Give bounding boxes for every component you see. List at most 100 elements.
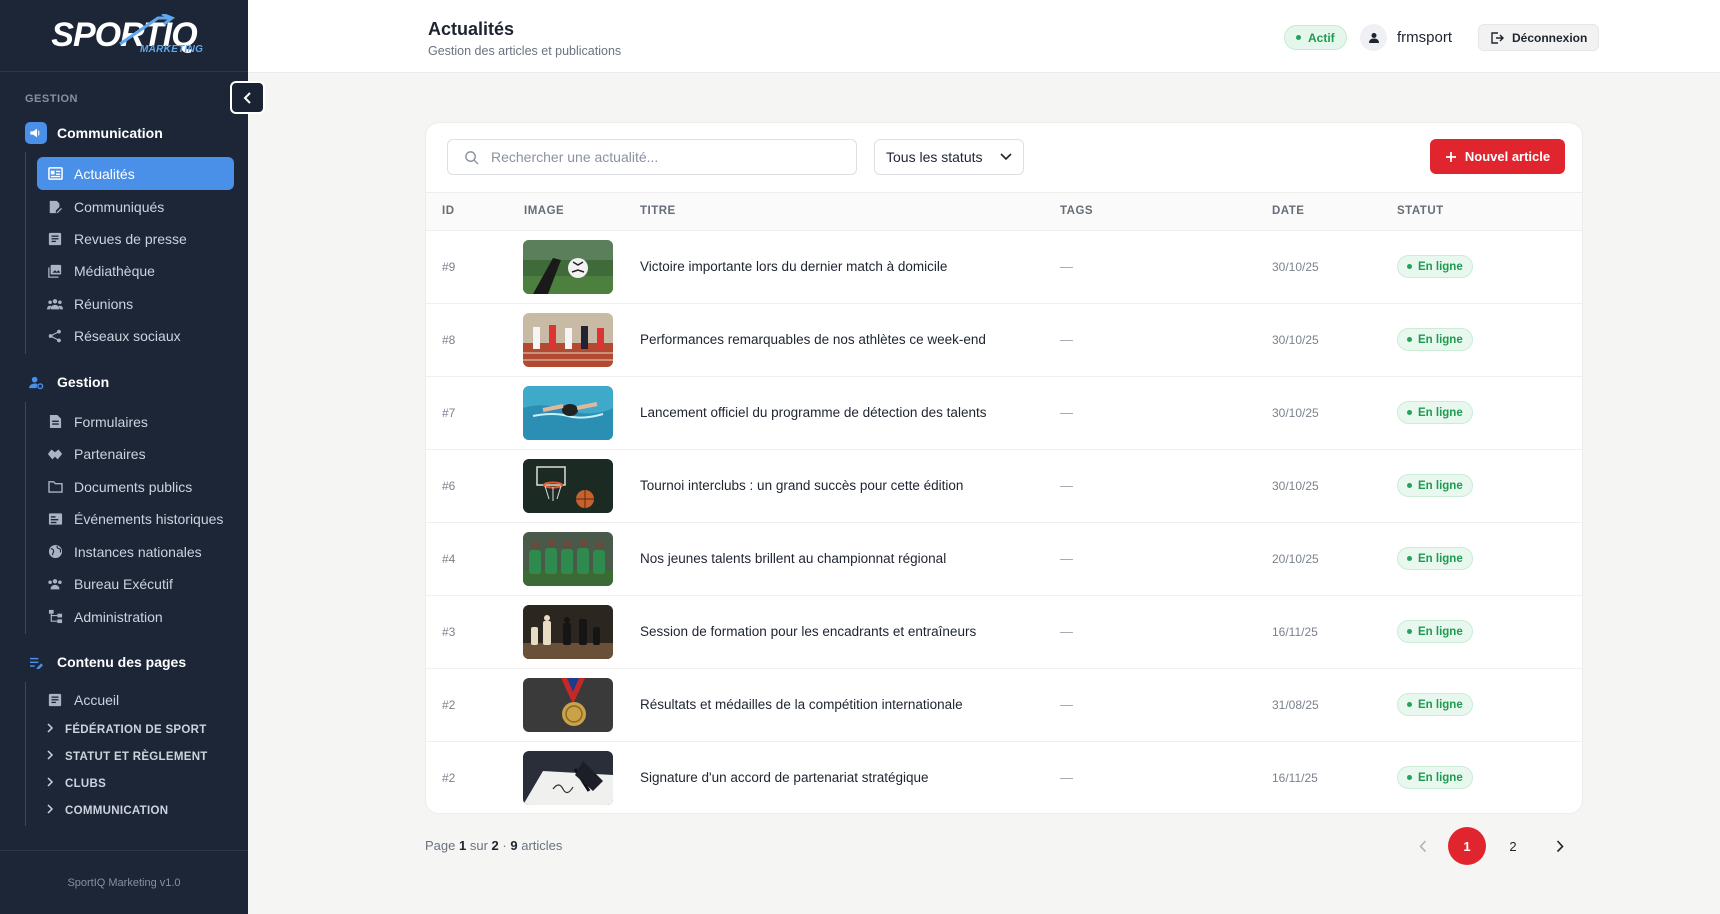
sidebar-subsection-federation[interactable]: FÉDÉRATION DE SPORT [46,723,207,736]
signature-photo [523,751,613,805]
of-word: sur [469,838,488,853]
medal-photo [523,678,613,732]
plus-icon [1445,151,1456,162]
status-badge: En ligne [1397,693,1473,716]
separator: · [502,838,507,853]
top-header: Actualités Gestion des articles et publi… [248,0,1720,73]
row-tags: — [1060,405,1073,420]
page-button-2[interactable]: 2 [1494,827,1532,865]
row-tags: — [1060,697,1073,712]
sidebar-item-label: Documents publics [74,478,193,495]
sidebar-item-label: Réseaux sociaux [74,327,181,344]
table-row[interactable]: #6 Tournoi interclubs : un grand succès … [426,450,1582,523]
row-date: 31/08/25 [1272,698,1319,712]
row-title[interactable]: Performances remarquables de nos athlète… [640,332,986,347]
logout-button[interactable]: Déconnexion [1478,24,1600,51]
collapse-sidebar-button[interactable] [230,81,265,114]
chevron-down-icon [1000,153,1012,161]
sidebar-item-partenaires[interactable]: Partenaires [37,437,234,470]
user-menu[interactable]: frmsport [1360,24,1452,51]
table-row[interactable]: #2 Signature d'un accord de partenariat … [426,742,1582,813]
table-row[interactable]: #9 Victoire importante lors du dernier m… [426,231,1582,304]
search-input[interactable] [491,149,831,165]
sidebar-item-label: Événements historiques [74,510,224,527]
brand-logo[interactable]: SPORTIQ MARKETING [0,0,248,72]
pagination-summary: Page 1 sur 2 · 9 articles [425,838,562,853]
row-title[interactable]: Signature d'un accord de partenariat str… [640,770,929,785]
sidebar-subsection-clubs[interactable]: CLUBS [46,777,106,790]
status-dot-icon [1407,775,1412,780]
sidebar-item-communiques[interactable]: Communiqués [37,190,234,223]
sidebar-item-reseaux-sociaux[interactable]: Réseaux sociaux [37,319,234,352]
athletics-photo [523,313,613,367]
group-line [25,402,26,634]
article-icon [47,231,63,247]
previous-page-button[interactable] [1404,827,1442,865]
hierarchy-icon [47,609,63,625]
row-status: En ligne [1418,552,1463,565]
chess-photo [523,605,613,659]
page-button-1[interactable]: 1 [1448,827,1486,865]
sidebar-item-actualites[interactable]: Actualités [37,157,234,190]
row-title[interactable]: Nos jeunes talents brillent au championn… [640,551,946,566]
column-header-title: TITRE [640,205,676,217]
chevron-right-icon [46,804,54,817]
row-status: En ligne [1418,771,1463,784]
count-word: articles [521,838,563,853]
row-title[interactable]: Tournoi interclubs : un grand succès pou… [640,478,963,493]
table-row[interactable]: #2 Résultats et médailles de la compétit… [426,669,1582,742]
sidebar: SPORTIQ MARKETING GESTION Communication … [0,0,248,914]
sidebar-item-mediatheque[interactable]: Médiathèque [37,254,234,287]
sidebar-group-label: Communication [57,125,163,141]
row-tags: — [1060,551,1073,566]
sidebar-group-label: Gestion [57,374,110,390]
sidebar-footer-version: SportIQ Marketing v1.0 [0,850,248,914]
next-page-button[interactable] [1541,827,1579,865]
sidebar-group-contenu-des-pages[interactable]: Contenu des pages [25,651,186,673]
sidebar-item-label: Actualités [74,165,135,182]
manage-accounts-icon [25,371,47,393]
status-filter-select[interactable]: Tous les statuts [874,139,1024,175]
search-icon [465,150,479,165]
sidebar-item-formulaires[interactable]: Formulaires [37,405,234,438]
sidebar-item-revues-de-presse[interactable]: Revues de presse [37,222,234,255]
sidebar-item-instances-nationales[interactable]: Instances nationales [37,535,234,568]
table-row[interactable]: #3 Session de formation pour les encadra… [426,596,1582,669]
chevron-right-icon [1556,839,1564,852]
chevron-right-icon [46,723,54,736]
sidebar-group-communication[interactable]: Communication [25,122,163,144]
status-dot-icon [1407,556,1412,561]
row-title[interactable]: Session de formation pour les encadrants… [640,624,976,639]
sidebar-subsection-statut[interactable]: STATUT ET RÈGLEMENT [46,750,208,763]
group-icon [47,576,63,592]
sidebar-item-evenements-historiques[interactable]: Événements historiques [37,502,234,535]
logout-icon [1491,31,1504,44]
sidebar-group-gestion[interactable]: Gestion [25,371,109,393]
row-title[interactable]: Victoire importante lors du dernier matc… [640,259,947,274]
history-icon [47,511,63,527]
sidebar-item-bureau-executif[interactable]: Bureau Exécutif [37,567,234,600]
sidebar-subsection-communication[interactable]: COMMUNICATION [46,804,168,817]
search-box[interactable] [447,139,857,175]
group-line [25,152,26,354]
new-article-button[interactable]: Nouvel article [1430,139,1565,174]
sidebar-item-documents-publics[interactable]: Documents publics [37,470,234,503]
home-article-icon [47,692,63,708]
status-badge: En ligne [1397,255,1473,278]
sidebar-item-label: Médiathèque [74,262,155,279]
row-title[interactable]: Résultats et médailles de la compétition… [640,697,963,712]
row-date: 30/10/25 [1272,479,1319,493]
row-title[interactable]: Lancement officiel du programme de détec… [640,405,986,420]
table-row[interactable]: #8 Performances remarquables de nos athl… [426,304,1582,377]
column-header-image: IMAGE [524,205,565,217]
basketball-photo [523,459,613,513]
sidebar-item-reunions[interactable]: Réunions [37,287,234,320]
page-title: Actualités [428,19,515,39]
table-row[interactable]: #4 Nos jeunes talents brillent au champi… [426,523,1582,596]
subsection-label: COMMUNICATION [65,804,169,817]
team-photo [523,532,613,586]
sidebar-item-administration[interactable]: Administration [37,600,234,633]
sidebar-item-accueil[interactable]: Accueil [37,683,234,716]
table-row[interactable]: #7 Lancement officiel du programme de dé… [426,377,1582,450]
row-date: 16/11/25 [1272,625,1318,639]
